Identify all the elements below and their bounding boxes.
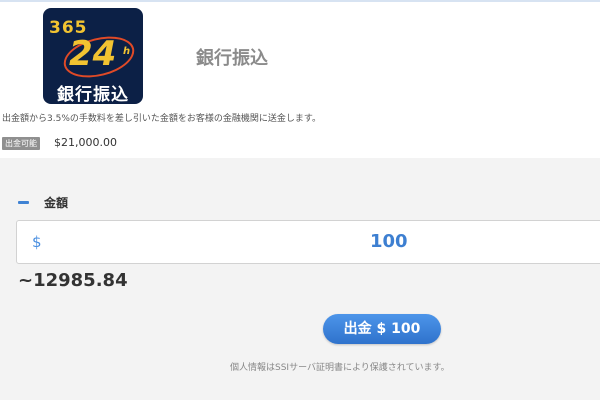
logo-text: 銀行振込 — [57, 85, 129, 104]
logo-24: 24 — [69, 34, 117, 74]
bank-transfer-logo: 365 24 h 銀行振込 — [43, 8, 143, 104]
section-dash-icon — [18, 201, 29, 204]
available-balance: $21,000.00 — [54, 136, 117, 149]
dollar-icon: $ — [32, 233, 42, 251]
withdraw-button[interactable]: 出金 $ 100 — [323, 314, 441, 344]
available-badge: 出金可能 — [2, 137, 40, 150]
logo-h: h — [123, 46, 131, 57]
converted-amount: ~12985.84 — [18, 270, 128, 291]
fee-description: 出金額から3.5%の手数料を差し引いた金額をお客様の金融機関に送金します。 — [2, 114, 321, 124]
header-panel: 365 24 h 銀行振込 銀行振込 出金額から3.5%の手数料を差し引いた金額… — [0, 2, 600, 158]
page-title: 銀行振込 — [196, 48, 268, 69]
amount-value[interactable]: 100 — [370, 231, 408, 252]
security-note: 個人情報はSSIサーバ証明書により保護されています。 — [230, 363, 450, 373]
amount-input[interactable]: $ 100 — [16, 220, 600, 264]
amount-section-label: 金額 — [44, 196, 69, 210]
